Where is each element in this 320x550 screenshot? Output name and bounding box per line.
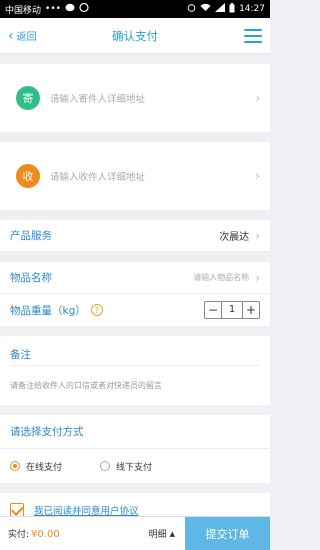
battery-icon	[229, 2, 235, 16]
service-row[interactable]: 产品服务 次晨达 ›	[0, 220, 270, 252]
help-icon[interactable]: ?	[90, 304, 103, 316]
radio-selected-icon	[10, 461, 20, 471]
chevron-right-icon: ›	[255, 169, 260, 183]
wifi-icon	[200, 3, 211, 15]
alarm-icon	[187, 3, 196, 15]
detail-label: 明细	[148, 530, 167, 540]
increase-button[interactable]: +	[243, 302, 259, 318]
online-pay-label: 在线支付	[26, 462, 63, 473]
payment-method-label: 请选择支付方式	[0, 415, 270, 449]
checkbox-checked-icon[interactable]	[10, 503, 24, 517]
sender-address-field[interactable]: 请输入寄件人详细地址	[50, 91, 255, 105]
message-icon	[79, 2, 89, 15]
clock-time: 14:27	[239, 4, 265, 14]
chevron-right-icon: ›	[255, 228, 260, 243]
back-button[interactable]: ‹ 返回	[8, 27, 37, 44]
note-label: 备注	[10, 344, 260, 366]
note-input[interactable]: 请备注给收件人的口信或者对快递员的留言	[10, 366, 260, 397]
order-footer: 实付: ¥0.00 明细 ▲ 提交订单	[0, 516, 270, 550]
status-bar: 中国移动 ••• 14:27	[0, 0, 270, 18]
receiver-badge: 收	[16, 164, 40, 188]
receiver-address-row[interactable]: 收 请输入收件人详细地址 ›	[0, 142, 270, 210]
chevron-left-icon: ‹	[8, 27, 14, 44]
radio-unselected-icon	[100, 461, 110, 471]
payment-options: 在线支付 线下支付	[0, 449, 270, 483]
signal-dots: •••	[45, 4, 61, 14]
service-value: 次晨达	[219, 232, 250, 243]
carrier-name: 中国移动	[5, 5, 42, 16]
item-weight-row: 物品重量（kg） ? − 1 +	[0, 294, 270, 326]
online-pay-option[interactable]: 在线支付	[10, 460, 100, 473]
sender-badge: 寄	[16, 86, 40, 110]
caret-up-icon: ▲	[169, 529, 175, 538]
receiver-address-field[interactable]: 请输入收件人详细地址	[50, 169, 255, 183]
pay-label: 实付:	[8, 530, 30, 540]
back-label: 返回	[16, 32, 37, 43]
submit-order-button[interactable]: 提交订单	[185, 517, 270, 550]
hamburger-icon[interactable]	[244, 28, 262, 43]
service-label: 产品服务	[10, 230, 52, 242]
page-title: 确认支付	[112, 28, 158, 43]
weight-stepper: − 1 +	[204, 301, 260, 319]
sender-address-row[interactable]: 寄 请输入寄件人详细地址 ›	[0, 64, 270, 132]
wechat-icon	[65, 3, 75, 15]
detail-toggle[interactable]: 明细 ▲	[110, 527, 185, 541]
nav-bar: ‹ 返回 确认支付	[0, 18, 270, 54]
item-weight-label: 物品重量（kg）	[10, 304, 86, 317]
offline-pay-label: 线下支付	[116, 462, 153, 473]
chevron-right-icon: ›	[255, 270, 260, 285]
item-name-input[interactable]: 请输入物品名称	[193, 272, 249, 283]
item-name-row[interactable]: 物品名称 请输入物品名称 ›	[0, 262, 270, 294]
decrease-button[interactable]: −	[205, 302, 221, 318]
offline-pay-option[interactable]: 线下支付	[100, 460, 190, 473]
agreement-link[interactable]: 我已阅读并同意用户协议	[34, 503, 139, 517]
pay-amount: ¥0.00	[31, 529, 60, 540]
item-name-label: 物品名称	[10, 272, 52, 284]
chevron-right-icon: ›	[255, 91, 260, 105]
signal-icon	[215, 3, 226, 15]
weight-value[interactable]: 1	[221, 302, 243, 318]
